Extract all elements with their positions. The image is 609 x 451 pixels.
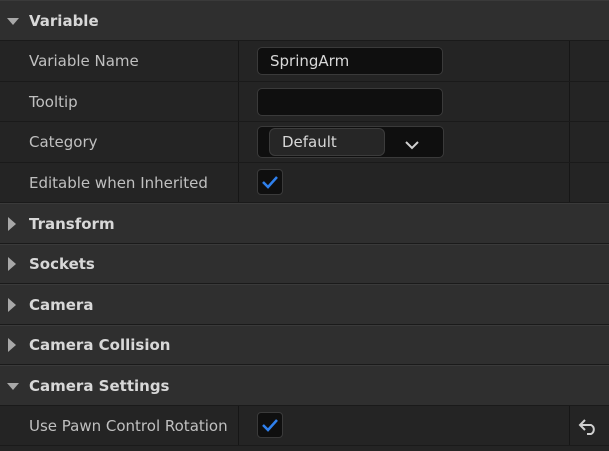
triangle-right-icon bbox=[6, 245, 18, 283]
column-divider bbox=[569, 41, 570, 81]
category-label: Camera Settings bbox=[29, 376, 170, 395]
next-row-edge bbox=[0, 446, 609, 451]
category-input[interactable]: Default bbox=[269, 128, 385, 156]
column-divider bbox=[238, 41, 239, 81]
category-transform[interactable]: Transform bbox=[0, 203, 609, 244]
category-label: Camera bbox=[29, 295, 94, 314]
column-divider bbox=[569, 122, 570, 162]
category-label: Camera Collision bbox=[29, 336, 171, 354]
triangle-right-icon bbox=[6, 285, 18, 324]
property-label: Use Pawn Control Rotation bbox=[29, 416, 228, 435]
category-camera-settings[interactable]: Camera Settings bbox=[0, 365, 609, 406]
category-camera[interactable]: Camera bbox=[0, 284, 609, 325]
triangle-right-icon bbox=[6, 204, 18, 243]
property-category: Category Default bbox=[0, 122, 609, 163]
category-label: Sockets bbox=[29, 255, 95, 273]
checkmark-icon bbox=[262, 419, 278, 432]
column-divider bbox=[569, 82, 570, 121]
details-panel: Variable Variable Name SpringArm Tooltip… bbox=[0, 0, 609, 451]
column-divider bbox=[238, 406, 239, 445]
category-variable[interactable]: Variable bbox=[0, 0, 609, 41]
editable-when-inherited-checkbox[interactable] bbox=[257, 169, 283, 195]
category-combobox[interactable]: Default bbox=[257, 126, 444, 158]
property-editable-when-inherited: Editable when Inherited bbox=[0, 163, 609, 203]
category-label: Transform bbox=[29, 214, 115, 233]
column-divider bbox=[238, 122, 239, 162]
property-label: Category bbox=[29, 133, 98, 151]
triangle-down-icon bbox=[6, 366, 20, 405]
property-label: Editable when Inherited bbox=[29, 173, 208, 192]
reset-arrow-icon[interactable] bbox=[578, 416, 598, 436]
column-divider bbox=[569, 163, 570, 202]
chevron-down-icon[interactable] bbox=[405, 136, 419, 154]
column-divider bbox=[238, 82, 239, 121]
triangle-down-icon bbox=[6, 1, 20, 40]
category-camera-collision[interactable]: Camera Collision bbox=[0, 325, 609, 365]
property-label: Variable Name bbox=[29, 52, 139, 70]
property-label: Tooltip bbox=[29, 92, 78, 111]
use-pawn-control-rotation-checkbox[interactable] bbox=[257, 412, 283, 438]
column-divider bbox=[569, 406, 570, 445]
property-tooltip: Tooltip bbox=[0, 82, 609, 122]
property-use-pawn-control-rotation: Use Pawn Control Rotation bbox=[0, 406, 609, 446]
triangle-right-icon bbox=[6, 326, 18, 364]
category-label: Variable bbox=[29, 11, 99, 30]
checkmark-icon bbox=[262, 176, 278, 189]
tooltip-field[interactable] bbox=[257, 88, 443, 116]
variable-name-field[interactable]: SpringArm bbox=[257, 47, 443, 75]
column-divider bbox=[238, 163, 239, 202]
property-variable-name: Variable Name SpringArm bbox=[0, 41, 609, 82]
category-sockets[interactable]: Sockets bbox=[0, 244, 609, 284]
